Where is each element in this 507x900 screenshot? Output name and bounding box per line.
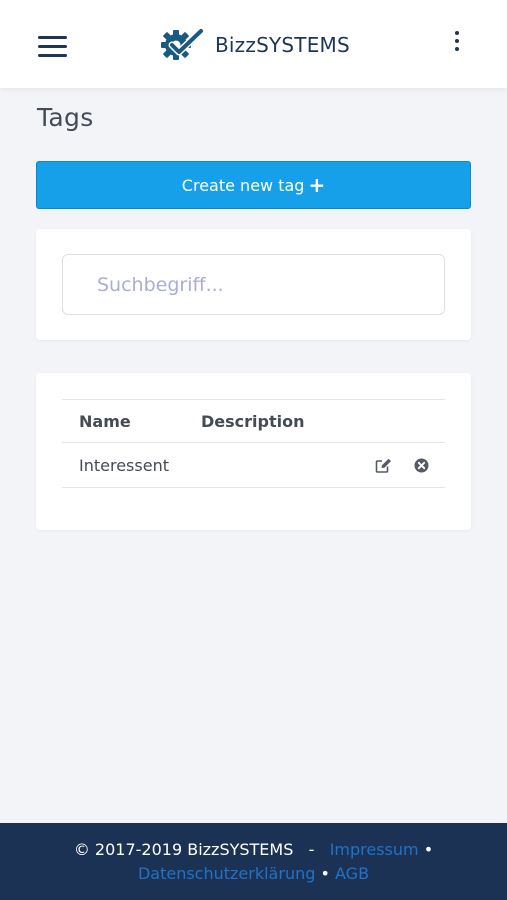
- brand-name: BizzSYSTEMS: [215, 33, 350, 57]
- edit-icon[interactable]: [375, 458, 392, 473]
- footer-bullet: •: [320, 864, 330, 883]
- app-header: BizzSYSTEMS: [0, 0, 507, 88]
- kebab-vertical-icon[interactable]: [449, 31, 465, 55]
- row-actions: [375, 458, 445, 473]
- create-new-tag-label: Create new tag: [181, 175, 305, 195]
- search-card: [36, 229, 471, 340]
- impressum-link[interactable]: Impressum: [330, 840, 419, 859]
- footer-copyright: © 2017-2019 BizzSYSTEMS: [73, 840, 294, 859]
- search-input[interactable]: [62, 254, 445, 315]
- create-new-tag-button[interactable]: Create new tag +: [36, 161, 471, 209]
- gear-checkmark-icon: [161, 28, 203, 60]
- plus-icon: +: [308, 173, 326, 197]
- table-header: Name Description: [62, 400, 445, 443]
- footer: © 2017-2019 BizzSYSTEMS - Impressum • Da…: [0, 823, 507, 900]
- datenschutz-link[interactable]: Datenschutzerklärung: [138, 864, 315, 883]
- tags-table: Name Description Interessent: [62, 399, 445, 488]
- delete-icon[interactable]: [414, 458, 429, 473]
- footer-bullet: •: [423, 840, 434, 859]
- footer-line-1: © 2017-2019 BizzSYSTEMS - Impressum •: [0, 840, 507, 859]
- hamburger-icon[interactable]: [38, 36, 67, 58]
- page-title: Tags: [37, 103, 94, 132]
- tags-table-card: Name Description Interessent: [36, 373, 471, 530]
- tag-name-cell: Interessent: [79, 455, 169, 475]
- brand-logo[interactable]: BizzSYSTEMS: [159, 28, 350, 62]
- footer-separator: -: [308, 840, 315, 859]
- column-header-name[interactable]: Name: [62, 412, 201, 431]
- table-row: Interessent: [62, 443, 445, 488]
- agb-link[interactable]: AGB: [335, 864, 369, 883]
- footer-line-2: Datenschutzerklärung • AGB: [0, 864, 507, 883]
- column-header-description[interactable]: Description: [201, 412, 445, 431]
